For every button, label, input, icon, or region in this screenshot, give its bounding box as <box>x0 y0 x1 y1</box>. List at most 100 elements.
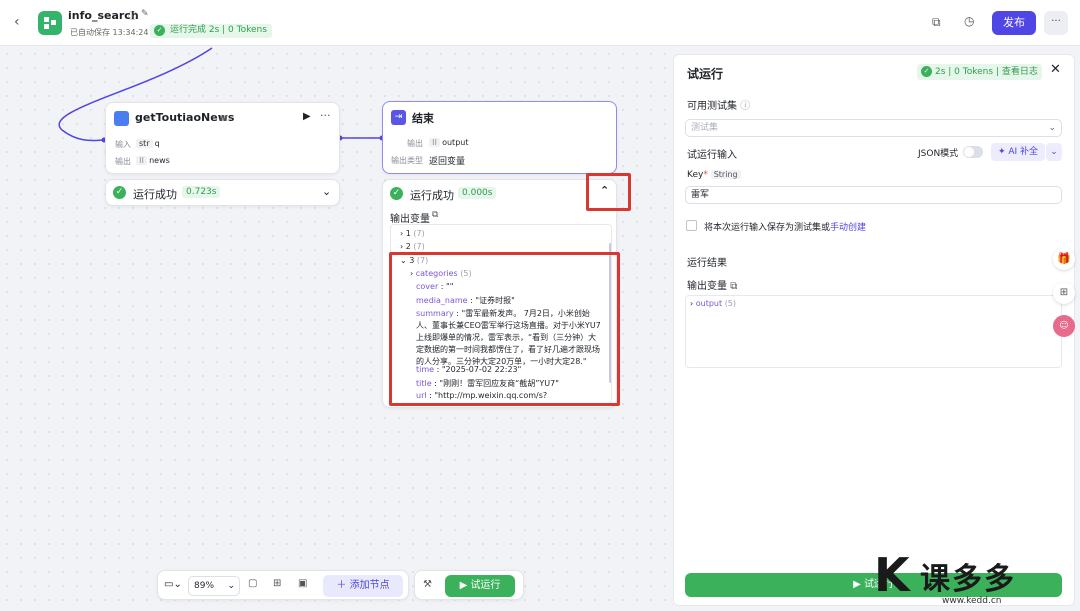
list-icon: ⁝⁝ <box>136 156 148 165</box>
tree-count: (7) <box>413 242 425 251</box>
key-label: Key* String <box>687 170 741 180</box>
add-node-label: 添加节点 <box>349 580 390 591</box>
canvas-toolbar: ▭⌄ 89% ⌄ ▢ ⊞ ▣ ＋ 添加节点 <box>157 570 409 600</box>
copy-icon[interactable]: ⧉ <box>932 15 941 30</box>
run-time: 0.723s <box>182 186 221 198</box>
logo-k-icon: K <box>874 548 910 602</box>
tree-key: 2 <box>405 242 411 251</box>
plugin-grid-icon[interactable]: ⊞ <box>1053 282 1075 304</box>
json-mode-label: JSON模式 <box>918 149 959 159</box>
panel-title: 试运行 <box>687 67 724 81</box>
chevron-down-icon[interactable]: ⌄ <box>322 185 331 198</box>
run-input-label: 试运行输入 <box>687 150 737 161</box>
input-type: str <box>136 139 153 148</box>
watermark-url: www.kedd.cn <box>942 596 1002 606</box>
watermark-logo: K 课多多 www.kedd.cn <box>872 550 1080 611</box>
output-param: ⁝⁝ news <box>136 155 170 166</box>
chevron-down-icon: ⌄ <box>227 581 235 591</box>
wrench-icon[interactable]: ⚒ <box>423 579 432 590</box>
run-result-label: 运行结果 <box>687 258 727 269</box>
tree-item-1[interactable]: › 1 (7) <box>400 229 425 238</box>
run-status: 运行成功 <box>410 189 454 202</box>
zoom-value: 89% <box>194 581 215 591</box>
chevron-down-icon: ⌄ <box>1048 123 1056 133</box>
play-icon[interactable]: ▶ <box>303 111 311 122</box>
test-run-panel: 试运行 ✓ 2s | 0 Tokens | 查看日志 ✕ 可用测试集 ⓘ 测试集… <box>673 54 1075 606</box>
check-icon: ✓ <box>921 66 932 77</box>
manual-create-link[interactable]: 手动创建 <box>830 223 866 233</box>
run-status: 运行成功 <box>133 188 177 201</box>
history-icon[interactable]: ◷ <box>964 14 974 28</box>
publish-button[interactable]: 发布 <box>992 11 1036 35</box>
copy-icon[interactable]: ⧉ <box>432 210 438 220</box>
save-testset-label: 将本次运行输入保存为测试集或 <box>704 223 831 233</box>
test-set-select[interactable]: 测试集 ⌄ <box>685 119 1062 137</box>
output-value: output <box>442 138 469 147</box>
test-set-placeholder: 测试集 <box>691 123 719 133</box>
output-param: ⁝⁝ output <box>429 137 468 148</box>
ai-fill-label: AI 补全 <box>1008 147 1039 157</box>
grid-icon[interactable]: ⊞ <box>273 578 281 589</box>
key-input-value: 雷军 <box>691 190 710 200</box>
test-set-label: 可用测试集 ⓘ <box>687 97 750 112</box>
watermark-brand: 课多多 <box>920 562 1016 597</box>
plugin-icon <box>114 111 129 126</box>
end-icon: ⇥ <box>391 110 406 125</box>
key-label-text: Key <box>687 170 704 180</box>
key-type-tag: String <box>710 170 741 179</box>
doc-icon: ▤ <box>220 113 228 122</box>
result-tree[interactable]: › output (5) <box>685 295 1062 368</box>
info-icon: ⓘ <box>740 101 751 112</box>
gift-icon[interactable]: 🎁 <box>1053 248 1075 270</box>
comment-icon[interactable]: ▢ <box>248 578 257 589</box>
save-testset-text: 将本次运行输入保存为测试集或手动创建 <box>704 220 866 233</box>
output-vars-label: 输出变量 <box>390 214 430 225</box>
tree-count: (7) <box>413 229 425 238</box>
run-time: 0.000s <box>458 187 497 199</box>
save-testset-checkbox[interactable] <box>686 220 697 231</box>
input-value: q <box>154 139 160 148</box>
output-value: news <box>149 156 170 165</box>
minimap-icon[interactable]: ▭⌄ <box>164 579 182 590</box>
tree-item-2[interactable]: › 2 (7) <box>400 242 425 251</box>
highlight-output <box>389 252 620 406</box>
test-run-button[interactable]: ▶ 试运行 <box>445 575 515 597</box>
panel-status-badge: ✓ 2s | 0 Tokens | 查看日志 <box>917 64 1042 80</box>
success-icon: ✓ <box>113 186 126 199</box>
tree-count: (5) <box>724 299 737 308</box>
panel-status-text: 2s | 0 Tokens <box>935 67 994 77</box>
more-button[interactable]: ··· <box>1044 11 1068 35</box>
tree-output[interactable]: › output (5) <box>690 299 736 308</box>
success-icon: ✓ <box>390 187 403 200</box>
output-type-label: 输出类型 <box>391 156 423 165</box>
add-node-button[interactable]: ＋ 添加节点 <box>323 575 403 597</box>
input-param: str q <box>136 138 160 149</box>
node-get-toutiao-news[interactable]: getToutiaoNews ▤ ▶ ··· 输入 str q 输出 ⁝⁝ news <box>105 102 340 174</box>
input-label: 输入 <box>115 140 131 149</box>
test-set-label-text: 可用测试集 <box>687 101 737 112</box>
node1-run-result[interactable]: ✓ 运行成功 0.723s ⌄ <box>105 179 340 206</box>
view-log-link[interactable]: 查看日志 <box>1002 67 1038 77</box>
output-label: 输出 <box>407 139 423 148</box>
more-icon[interactable]: ··· <box>320 109 331 122</box>
copy-icon[interactable]: ⧉ <box>730 281 737 292</box>
image-icon[interactable]: ▣ <box>298 578 307 589</box>
run-toolbar: ⚒ ▶ 试运行 <box>414 570 524 600</box>
ai-fill-button[interactable]: ✦ AI 补全 <box>991 143 1045 161</box>
node-title: 结束 <box>412 112 434 125</box>
test-run-label: 试运行 <box>470 580 501 591</box>
output-type-value: 返回变量 <box>429 157 466 167</box>
json-mode-toggle[interactable] <box>963 146 983 158</box>
output-vars-text: 输出变量 <box>687 281 727 292</box>
output-label: 输出 <box>115 157 131 166</box>
assistant-icon[interactable]: ☺ <box>1053 315 1075 337</box>
tree-key: output <box>695 299 723 308</box>
tree-key: 1 <box>405 229 411 238</box>
key-input[interactable]: 雷军 <box>685 186 1062 204</box>
list-icon: ⁝⁝ <box>429 138 441 147</box>
node-end[interactable]: ⇥ 结束 输出 ⁝⁝ output 输出类型 返回变量 <box>382 101 617 174</box>
zoom-select[interactable]: 89% ⌄ <box>188 576 240 596</box>
close-icon[interactable]: ✕ <box>1050 62 1061 77</box>
chevron-up-icon[interactable]: ⌃ <box>600 184 609 197</box>
chevron-down-icon[interactable]: ⌄ <box>1046 143 1062 161</box>
